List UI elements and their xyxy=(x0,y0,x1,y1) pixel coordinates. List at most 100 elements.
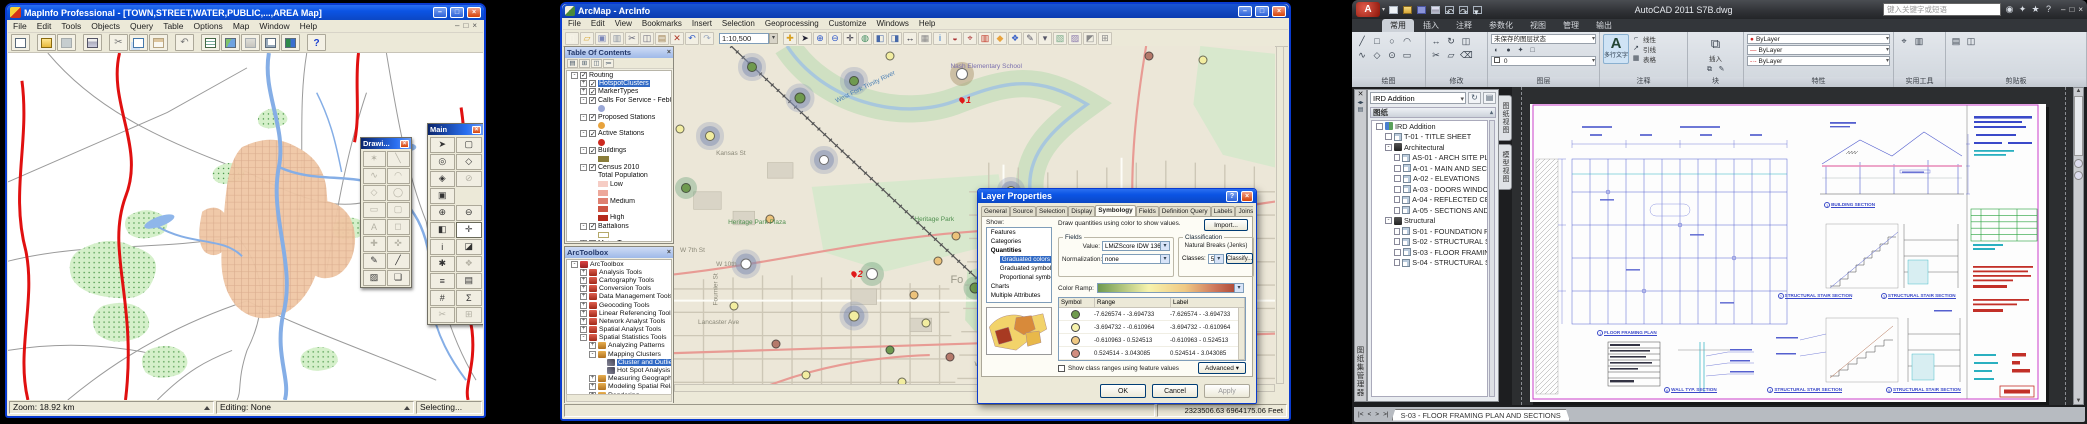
toolbar-button[interactable] xyxy=(83,34,102,51)
property-combo[interactable]: ●ByLayer xyxy=(1747,34,1890,44)
menu-item[interactable]: Selection xyxy=(717,18,760,30)
toolbar-button[interactable]: ▤ xyxy=(655,32,669,45)
graduated-symbol[interactable] xyxy=(866,268,878,280)
menu-item[interactable]: Tools xyxy=(56,20,86,32)
graduated-symbol[interactable] xyxy=(676,125,685,134)
qat-button[interactable] xyxy=(1415,4,1428,16)
drawing-tool-button[interactable]: ✚ xyxy=(363,236,386,252)
main-tool-button[interactable]: ⊘ xyxy=(456,171,482,187)
graduated-symbol[interactable] xyxy=(741,258,752,269)
main-tool-button[interactable]: ◪ xyxy=(456,239,482,255)
toc-layer-row[interactable]: - Routing xyxy=(567,71,671,79)
draw-tool-button[interactable]: □ xyxy=(1370,34,1384,47)
layer-visibility-checkbox[interactable] xyxy=(589,147,596,154)
drawing-tool-button[interactable]: ◠ xyxy=(387,168,410,184)
layer-name[interactable]: Buildings xyxy=(598,147,626,154)
qat-button[interactable] xyxy=(1429,4,1442,16)
toolbar-button[interactable]: ▨ xyxy=(1068,32,1082,45)
layer-toggle-button[interactable]: □ xyxy=(1527,45,1538,55)
class-symbol[interactable] xyxy=(1071,323,1080,332)
show-tree-item[interactable]: Features xyxy=(987,228,1051,237)
mapinfo-titlebar[interactable]: MapInfo Professional - [TOWN,STREET,WATE… xyxy=(7,5,484,20)
layer-name[interactable]: Low xyxy=(610,181,623,188)
draw-tool-button[interactable]: ◠ xyxy=(1400,34,1414,47)
layer-visibility-checkbox[interactable] xyxy=(589,240,596,243)
menu-item[interactable]: Help xyxy=(914,18,940,30)
graduated-symbol[interactable] xyxy=(795,92,806,103)
graduated-symbol[interactable] xyxy=(934,256,943,265)
show-tree-item[interactable]: Proportional symbols xyxy=(987,273,1051,282)
toolbar-button[interactable]: ◨ xyxy=(888,32,902,45)
menu-item[interactable]: Geoprocessing xyxy=(760,18,824,30)
panel-label[interactable]: 剪贴板 xyxy=(1946,77,2086,87)
layer-visibility-checkbox[interactable] xyxy=(589,97,596,104)
tool-name[interactable]: Hot Spot Analysis (Getis-Ord Gi*) xyxy=(617,367,671,374)
steering-wheel-icon[interactable] xyxy=(2074,159,2083,168)
restore-button[interactable]: □ xyxy=(2069,5,2074,14)
toolbar-button[interactable] xyxy=(129,34,148,51)
sheets-panel-header[interactable]: 图纸▴ xyxy=(1370,107,1496,118)
graduated-symbol[interactable] xyxy=(886,52,895,61)
menu-item[interactable]: Edit xyxy=(586,18,610,30)
menu-item[interactable]: Insert xyxy=(687,18,717,30)
menu-item[interactable]: Customize xyxy=(824,18,872,30)
arctoolbox-titlebar[interactable]: ArcToolbox × xyxy=(565,247,673,258)
layer-toggle-button[interactable]: ✦ xyxy=(1515,45,1526,55)
layer-toggle-button[interactable]: ● xyxy=(1503,45,1514,55)
graduated-symbol[interactable] xyxy=(730,301,739,310)
tool-name[interactable]: Cluster and Outlier Analysis (Anselin Lo… xyxy=(617,359,671,366)
block-tool-button[interactable]: ⧉ xyxy=(1704,64,1715,74)
publish-icon[interactable]: ▤ xyxy=(1483,92,1496,104)
main-tool-button[interactable]: ◎ xyxy=(430,154,456,170)
close-icon[interactable]: × xyxy=(472,126,481,134)
sheet-tree-row[interactable]: A-03 - DOORS WINDOW xyxy=(1372,184,1487,195)
toc-titlebar[interactable]: Table Of Contents × xyxy=(565,47,673,58)
toolbar-button[interactable] xyxy=(149,34,168,51)
refresh-icon[interactable]: ↻ xyxy=(1468,92,1481,104)
layer-name[interactable]: High xyxy=(610,214,624,221)
main-tool-button[interactable]: ▣ xyxy=(430,188,456,204)
toolbar-button[interactable]: ◧ xyxy=(873,32,887,45)
graduated-symbol[interactable] xyxy=(802,370,811,379)
toolbar-button[interactable]: ↷ xyxy=(700,32,714,45)
show-tree-item[interactable]: Graduated colors xyxy=(987,255,1051,264)
tool-name[interactable]: Data Management Tools xyxy=(599,293,671,300)
toc-layer-row[interactable]: + MarkerTypes xyxy=(567,88,671,96)
sheet-tree-row[interactable]: - Architectural xyxy=(1372,142,1487,153)
arcmap-titlebar[interactable]: ArcMap - ArcInfo – □ × xyxy=(562,4,1289,18)
properties-icon[interactable]: ▤ xyxy=(1358,106,1364,113)
modify-tool-button[interactable]: ✂ xyxy=(1429,48,1443,61)
dialog-tab[interactable]: Symbology xyxy=(1095,205,1135,216)
close-icon[interactable]: ✕ xyxy=(1358,90,1364,99)
toolbar-button[interactable]: ↶ xyxy=(175,34,194,51)
toolbar-button[interactable]: ✚ xyxy=(783,32,797,45)
toolbar-button[interactable]: ◩ xyxy=(1083,32,1097,45)
main-tool-button[interactable]: ❖ xyxy=(456,256,482,272)
toolbar-button[interactable] xyxy=(11,34,30,51)
layer-visibility-checkbox[interactable] xyxy=(580,72,587,79)
layer-name[interactable]: Census 2010 xyxy=(598,164,639,171)
numbered-marker[interactable]: 2 xyxy=(852,269,863,279)
modify-tool-button[interactable]: ⌫ xyxy=(1459,48,1473,61)
sheet-tree-row[interactable]: S-01 - FOUNDATION PLA xyxy=(1372,226,1487,237)
close-icon[interactable]: × xyxy=(667,249,671,256)
toolbox-tree-row[interactable]: + Geocoding Tools xyxy=(567,301,671,309)
qat-button[interactable]: ↷ xyxy=(1457,4,1470,16)
menu-item[interactable]: Query xyxy=(125,20,158,32)
sheet-tree-row[interactable]: S-02 - STRUCTURAL SEC xyxy=(1372,237,1487,248)
toolbox-tree-row[interactable]: - Spatial Statistics Tools xyxy=(567,334,671,342)
panel-label[interactable]: 图层 xyxy=(1488,77,1599,87)
normalization-combo[interactable]: none xyxy=(1102,254,1170,264)
graduated-symbol[interactable] xyxy=(1144,52,1153,61)
modify-tool-button[interactable]: ▱ xyxy=(1444,48,1458,61)
ribbon-tab[interactable]: 管理 xyxy=(1555,19,1587,32)
show-tree-item[interactable]: Multiple Attributes xyxy=(987,291,1051,300)
panel-label[interactable]: 块 xyxy=(1688,77,1743,87)
tool-name[interactable]: Spatial Analyst Tools xyxy=(599,326,661,333)
close-button[interactable]: × xyxy=(1272,6,1286,17)
clipboard-tool-button[interactable]: ◫ xyxy=(1964,34,1978,47)
toolbar-button[interactable]: ▾ xyxy=(1038,32,1052,45)
dialog-tab[interactable]: Joins & Relates xyxy=(1235,206,1253,216)
graduated-symbol[interactable] xyxy=(747,62,757,72)
main-tool-button[interactable]: ◈ xyxy=(430,171,456,187)
